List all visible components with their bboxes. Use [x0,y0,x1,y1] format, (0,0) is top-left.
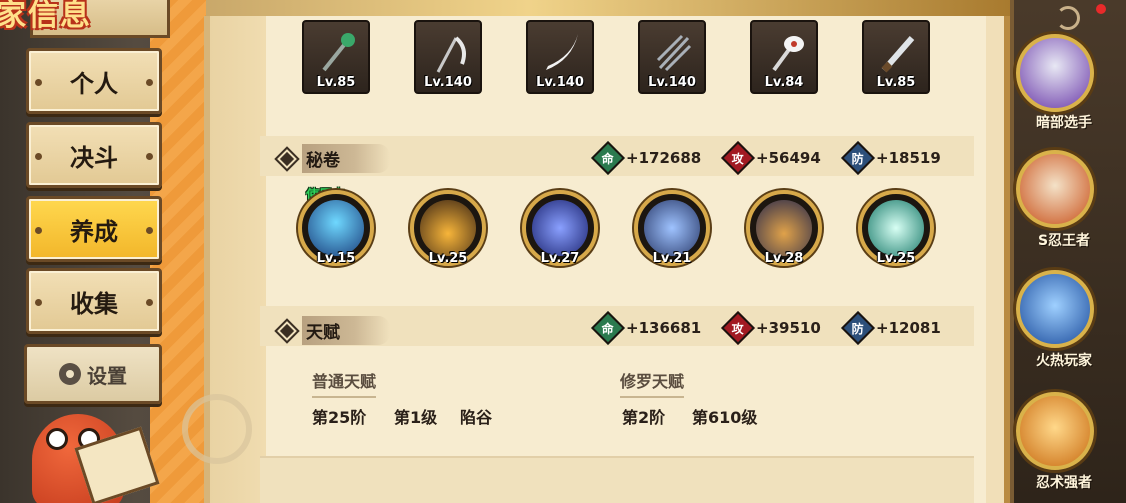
anbu-mask-icon[interactable] [1016,34,1094,112]
secret-scroll-item[interactable]: Lv.25 [410,190,486,266]
badge-label: S忍王者 [1037,233,1091,249]
life-badge-icon: 命 [591,141,625,175]
weapon-level: Lv.140 [424,75,472,90]
scroll-level: Lv.28 [764,251,804,266]
talent-section-title: 天赋 [277,316,390,345]
weapon-slot[interactable]: Lv.85 [862,20,930,94]
nav-tab-label: 收集 [70,288,118,318]
ninjutsu-master-icon[interactable] [1016,392,1094,470]
defense-badge-icon: 防 [841,141,875,175]
fan-icon [772,36,804,72]
scroll-level: Lv.25 [428,251,468,266]
nav-tab-label: 个人 [70,68,118,98]
wind-slash-icon [532,200,588,256]
section-title: 天赋 [302,316,390,345]
badge-label: 忍术强者 [1036,475,1092,491]
nav-tab-collection[interactable]: 收集 [26,268,162,334]
nav-tab-label: 决斗 [70,142,118,172]
weapon-slot[interactable]: Lv.140 [526,20,594,94]
scroll-level: Lv.25 [876,251,916,266]
hot-player-icon[interactable] [1016,270,1094,348]
normal-talent-label: 普通天赋 [312,368,377,398]
settings-button[interactable]: 设置 [24,344,162,404]
defense-stat: 防 +18519 [841,141,941,175]
badge-label: 暗部选手 [1036,115,1092,131]
defense-badge-icon: 防 [841,311,875,345]
page-title: 家信息 [0,0,92,33]
weapon-level: Lv.84 [764,75,804,90]
weapon-level: Lv.85 [316,75,356,90]
earth-spikes-icon [756,200,812,256]
weapon-slot[interactable]: Lv.140 [638,20,706,94]
secret-scroll-item[interactable]: Lv.15 [298,190,374,266]
life-badge-icon: 命 [591,311,625,345]
life-stat: 命 +172688 [591,141,702,175]
weapon-level: Lv.140 [648,75,696,90]
shadow-clone-icon [644,200,700,256]
attack-badge-icon: 攻 [721,311,755,345]
weapon-slot[interactable]: Lv.84 [750,20,818,94]
stat-value: +12081 [876,319,941,337]
scroll-level: Lv.15 [316,251,356,266]
fire-claw-icon [420,200,476,256]
staff-icon [322,33,355,72]
normal-talent-grade: 第1级 [394,408,438,427]
scrolls-section-title: 秘卷 [277,144,390,173]
mascot-character [32,400,160,503]
secret-scroll-item[interactable]: Lv.28 [746,190,822,266]
weapon-level: Lv.85 [876,75,916,90]
nav-tab-growth[interactable]: 养成 [26,196,162,262]
scythe-icon [436,36,466,73]
normal-talent-tier: 第25阶 [312,408,367,427]
notification-dot [1096,4,1106,14]
stat-value: +172688 [626,149,702,167]
refresh-icon[interactable] [1056,6,1080,30]
section-title: 秘卷 [302,144,390,173]
scroll-level: Lv.27 [540,251,580,266]
nav-tab-duel[interactable]: 决斗 [26,122,162,188]
secret-scroll-item[interactable]: Lv.21 [634,190,710,266]
attack-stat: 攻 +39510 [721,311,821,345]
gear-icon [59,363,81,385]
panel-left-stripe [182,16,266,503]
sword-icon [546,34,578,70]
stat-value: +136681 [626,319,702,337]
blade-icon [881,36,915,73]
diamond-icon [277,320,297,341]
next-section-header [260,456,974,503]
rasengan-icon [868,200,924,256]
weapon-slot[interactable]: Lv.140 [414,20,482,94]
stat-value: +39510 [756,319,821,337]
ninja-figure-icon [308,200,364,256]
secret-scroll-item[interactable]: Lv.27 [522,190,598,266]
attack-badge-icon: 攻 [721,141,755,175]
weapon-level: Lv.140 [536,75,584,90]
sage-portrait-icon[interactable] [1016,150,1094,228]
diamond-icon [277,148,297,169]
nav-tab-personal[interactable]: 个人 [26,48,162,114]
asura-talent-label: 修罗天赋 [620,368,685,398]
scroll-level: Lv.21 [652,251,692,266]
secret-scroll-item[interactable]: Lv.25 [858,190,934,266]
stat-value: +56494 [756,149,821,167]
asura-talent-grade: 第610级 [692,408,758,427]
claw-icon [656,34,692,72]
asura-talent-tier: 第2阶 [622,408,666,427]
life-stat: 命 +136681 [591,311,702,345]
attack-stat: 攻 +56494 [721,141,821,175]
weapon-slot[interactable]: Lv.85 [302,20,370,94]
badge-label: 火热玩家 [1036,353,1092,369]
settings-label: 设置 [87,363,127,388]
defense-stat: 防 +12081 [841,311,941,345]
normal-talent-place: 陷谷 [460,408,493,427]
nav-tab-label: 养成 [70,216,118,246]
stat-value: +18519 [876,149,941,167]
